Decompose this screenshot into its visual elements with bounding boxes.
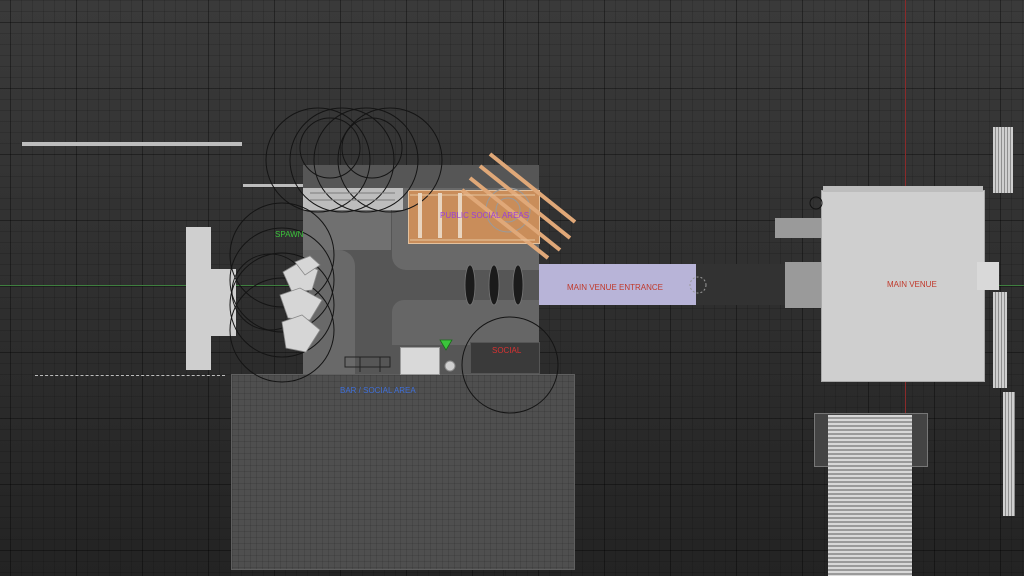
spawn-radius-2 [229,227,335,333]
main-venue-label: MAIN VENUE [887,280,937,289]
turnstile [464,264,476,306]
bar-social-area-label: BAR / SOCIAL AREA [340,386,416,395]
turnstile [488,264,500,306]
scene-overlay [229,107,823,414]
spawn-radius-1 [229,202,335,308]
deck-post [418,193,422,238]
pergola-slat [460,188,550,260]
social-label: SOCIAL [492,346,522,355]
turnstile [512,264,524,306]
spawn-marker-icon [439,339,453,351]
social-radius [461,316,559,414]
audio-radius-3 [313,107,419,213]
venue-door-ornament [809,196,823,210]
plant-icon [444,360,456,372]
audio-radius-2 [289,107,395,213]
scene-viewport[interactable]: SPAWN PUBLIC SOCIAL AREAS MAIN VENUE ENT… [0,0,1024,576]
spawn-label: SPAWN [275,230,304,239]
entrance-ornament [689,276,707,294]
bench [344,356,391,368]
main-venue-entrance-label: MAIN VENUE ENTRANCE [567,283,664,292]
public-social-areas-label: PUBLIC SOCIAL AREAS [440,211,530,220]
